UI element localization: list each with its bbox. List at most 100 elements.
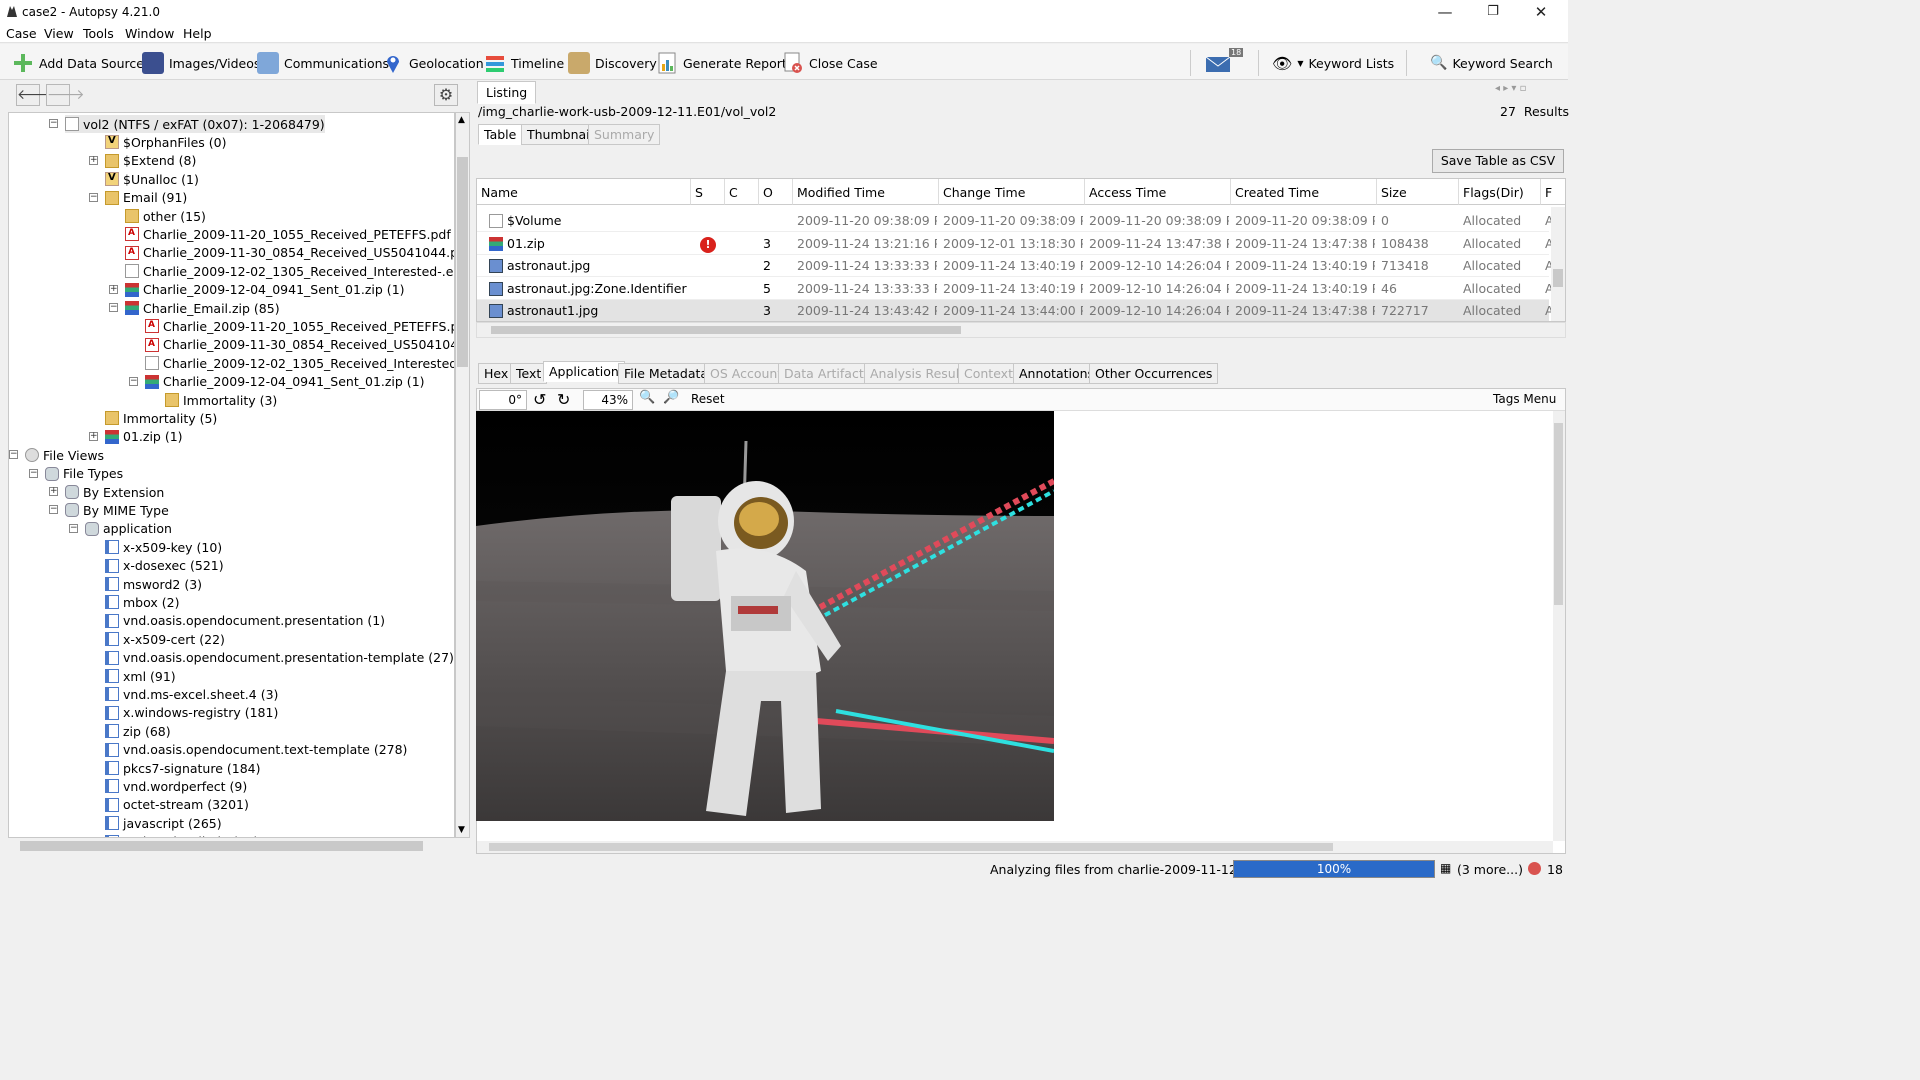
tags-menu-button[interactable]: Tags Menu	[1493, 392, 1556, 406]
tab-data-artifacts[interactable]: Data Artifacts	[778, 363, 877, 384]
tree-node[interactable]: Charlie_2009-11-20_1055_Received_PETEFFS…	[125, 225, 454, 243]
viewer-vertical-scrollbar[interactable]	[1553, 411, 1565, 841]
forward-button[interactable]: 🡒	[46, 84, 85, 106]
error-indicator-icon[interactable]	[1528, 862, 1541, 875]
collapse-node-button[interactable]: −	[49, 119, 58, 128]
maximize-button[interactable]: ❐	[1478, 3, 1508, 21]
tree-node[interactable]: Charlie_2009-11-30_0854_Received_US50410…	[125, 244, 454, 262]
column-header[interactable]: C	[725, 179, 759, 205]
tree-node[interactable]: vnd.ms-excel.sheet.4 (3)	[105, 685, 278, 703]
table-row[interactable]: astronaut1.jpg 3 2009-11-24 13:43:42 PST 20…	[477, 300, 1554, 321]
collapse-node-button[interactable]: −	[129, 376, 138, 386]
zoom-field[interactable]: 43%	[583, 390, 633, 410]
timeline-button[interactable]: Timeline	[484, 52, 564, 74]
tab-summary[interactable]: Summary	[588, 124, 661, 145]
tree-horizontal-scrollbar[interactable]	[8, 838, 455, 854]
expand-node-button[interactable]: +	[89, 431, 98, 441]
collapse-node-button[interactable]: −	[69, 523, 78, 533]
discovery-button[interactable]: Discovery	[568, 52, 657, 74]
tree-node[interactable]: $Extend (8)	[105, 152, 196, 170]
tree-node[interactable]: msword2 (3)	[105, 575, 202, 593]
minimize-button[interactable]: —	[1430, 3, 1460, 21]
tab-application[interactable]: Application	[543, 361, 625, 382]
communications-button[interactable]: Communications	[257, 52, 389, 74]
table-row[interactable]: $Volume 2009-11-20 09:38:09 PST 2009-11-20…	[477, 210, 1554, 232]
tree-node[interactable]: Charlie_2009-12-02_1305_Received_Interes…	[145, 354, 454, 372]
collapse-node-button[interactable]: −	[49, 505, 58, 515]
close-case-button[interactable]: Close Case	[782, 52, 878, 74]
reset-button[interactable]: Reset	[691, 392, 725, 406]
tree-vertical-scrollbar[interactable]: ▲ ▼	[455, 112, 470, 838]
tree-hscroll-thumb[interactable]	[20, 841, 423, 851]
tree-node[interactable]: Charlie_2009-12-04_0941_Sent_01.zip (1)	[125, 281, 405, 299]
tree-scroll-thumb[interactable]	[457, 157, 468, 367]
tree-node[interactable]: xml (91)	[105, 667, 176, 685]
tree-node[interactable]: other (15)	[125, 207, 206, 225]
tree-node[interactable]: x-x509-cert (22)	[105, 630, 225, 648]
tab-hex[interactable]: Hex	[478, 363, 515, 384]
keyword-search-button[interactable]: 🔍 Keyword Search	[1430, 52, 1553, 74]
tree-node[interactable]: x-x509-key (10)	[105, 538, 222, 556]
rotation-field[interactable]: 0°	[479, 390, 527, 410]
column-header[interactable]: Change Time	[939, 179, 1085, 205]
tree-node[interactable]: Charlie_2009-11-30_0854_Received_US50410…	[145, 336, 454, 354]
scroll-up-arrow-icon[interactable]: ▲	[458, 115, 465, 125]
tree-node[interactable]: $Unalloc (1)	[105, 170, 199, 188]
table-row[interactable]: astronaut.jpg 2 2009-11-24 13:33:33 PST 200…	[477, 255, 1554, 277]
menu-window[interactable]: Window	[125, 26, 174, 41]
zoom-out-icon[interactable]: 🔍	[639, 390, 655, 405]
tree-node[interactable]: 01.zip (1)	[105, 428, 183, 446]
keyword-lists-button[interactable]: 👁 ▼ Keyword Lists	[1272, 52, 1394, 74]
tree-node[interactable]: mbox (2)	[105, 593, 179, 611]
collapse-node-button[interactable]: −	[29, 468, 38, 478]
column-header[interactable]: F	[1541, 179, 1565, 205]
viewer-horizontal-scrollbar[interactable]	[477, 841, 1553, 853]
close-window-button[interactable]: ✕	[1526, 3, 1556, 21]
tree-node[interactable]: javascript (265)	[105, 814, 222, 832]
tree-node[interactable]: vnd.oasis.opendocument.presentation (1)	[105, 612, 385, 630]
tree-node[interactable]: By Extension	[65, 483, 164, 501]
expand-node-button[interactable]: +	[49, 487, 58, 496]
column-header[interactable]: Modified Time	[793, 179, 939, 205]
add-data-source-button[interactable]: Add Data Source	[12, 52, 144, 74]
settings-button[interactable]: ⚙	[434, 84, 458, 106]
column-header[interactable]: Size	[1377, 179, 1459, 205]
collapse-node-button[interactable]: −	[89, 192, 98, 202]
tree-node[interactable]: pkcs7-signature (184)	[105, 759, 261, 777]
menu-help[interactable]: Help	[183, 26, 212, 41]
tree-node[interactable]: Charlie_Email.zip (85)	[125, 299, 280, 317]
column-header[interactable]: Name	[477, 179, 691, 205]
tab-os-account[interactable]: OS Account	[704, 363, 789, 384]
tab-text[interactable]: Text	[510, 363, 548, 384]
tree-node[interactable]: x-dosexec (521)	[105, 557, 224, 575]
tree-node[interactable]: application	[85, 520, 172, 538]
tree-node[interactable]: vnd.oasis.opendocument.text-template (27…	[105, 741, 407, 759]
collapse-node-button[interactable]: −	[9, 450, 18, 460]
table-row[interactable]: astronaut.jpg:Zone.Identifier 5 2009-11-24…	[477, 278, 1554, 300]
tab-other-occurrences[interactable]: Other Occurrences	[1089, 363, 1219, 384]
messages-button[interactable]: 18	[1205, 48, 1244, 74]
scroll-down-arrow-icon[interactable]: ▼	[458, 825, 465, 835]
more-tasks-link[interactable]: (3 more...)	[1457, 862, 1523, 877]
back-button[interactable]: 🡐	[16, 84, 55, 106]
table-vertical-scrollbar[interactable]	[1551, 207, 1565, 321]
tree-node[interactable]: Immortality (3)	[165, 391, 277, 409]
zoom-in-icon[interactable]: 🔎	[663, 390, 679, 405]
table-hscroll-thumb[interactable]	[491, 326, 961, 334]
column-header[interactable]: Access Time	[1085, 179, 1231, 205]
collapse-node-button[interactable]: −	[109, 303, 118, 312]
tree-node[interactable]: vol2 (NTFS / exFAT (0x07): 1-2068479)	[65, 115, 325, 133]
tree-node[interactable]: vnd.oasis.opendocument.presentation-temp…	[105, 649, 454, 667]
menu-case[interactable]: Case	[6, 26, 37, 41]
column-header[interactable]: S	[691, 179, 725, 205]
listing-window-controls[interactable]: ◂ ▸ ▾ ▫	[1495, 83, 1526, 94]
column-header[interactable]: O	[759, 179, 793, 205]
tree-node[interactable]: Charlie_2009-12-04_0941_Sent_01.zip (1)	[145, 373, 425, 391]
tree-node[interactable]: Email (91)	[105, 189, 187, 207]
tab-annotations[interactable]: Annotations	[1013, 363, 1101, 384]
table-horizontal-scrollbar[interactable]	[476, 322, 1566, 338]
tab-listing[interactable]: Listing	[477, 81, 537, 104]
tree-node[interactable]: vnd.wordperfect (9)	[105, 777, 247, 795]
menu-tools[interactable]: Tools	[83, 26, 114, 41]
images-videos-button[interactable]: Images/Videos	[142, 52, 260, 74]
